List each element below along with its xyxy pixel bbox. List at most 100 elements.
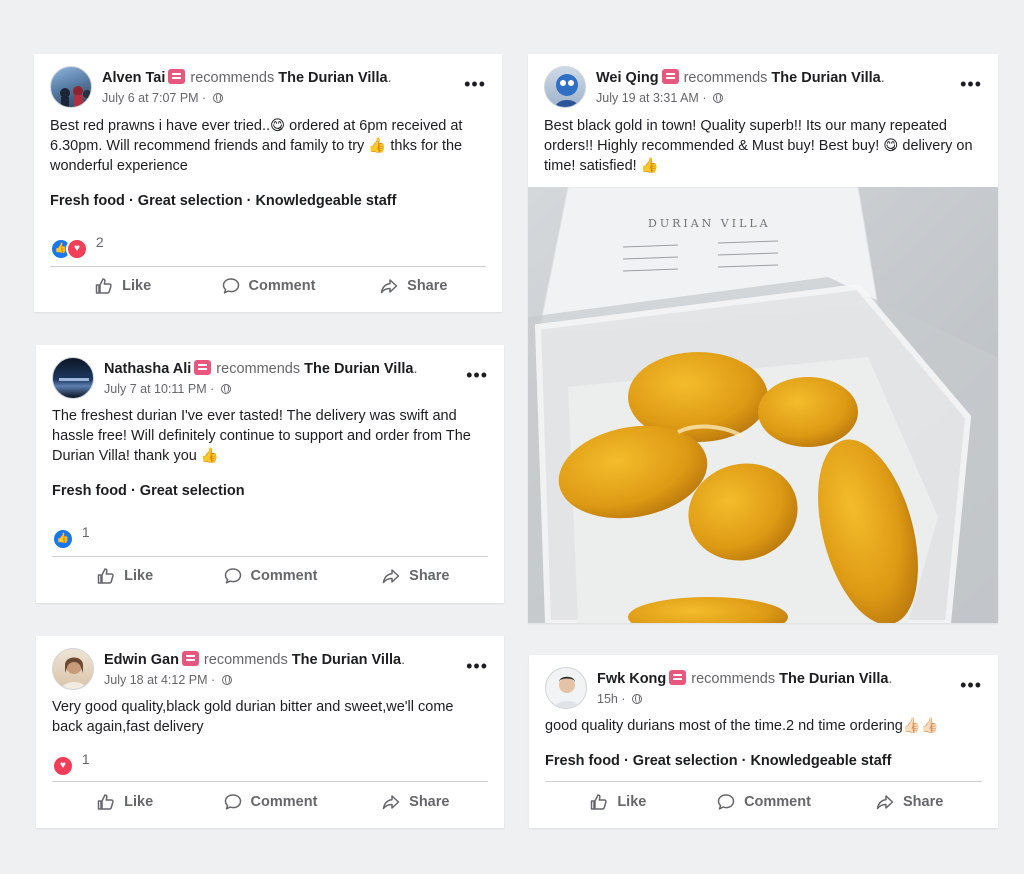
post-meta: 15h · — [597, 692, 642, 706]
author-name[interactable]: Nathasha Ali — [104, 361, 191, 377]
reaction-count: 1 — [81, 751, 90, 767]
comment-button[interactable]: Comment — [691, 784, 837, 820]
share-icon — [875, 792, 895, 812]
divider — [52, 781, 488, 782]
reaction-summary[interactable]: 👍 1 — [52, 521, 90, 550]
share-button[interactable]: Share — [343, 558, 488, 594]
more-options-icon[interactable]: ••• — [466, 657, 488, 675]
recommends-label: recommends — [190, 70, 275, 86]
post-date[interactable]: July 7 at 10:11 PM — [104, 382, 207, 396]
like-button[interactable]: Like — [545, 784, 691, 820]
recommend-icon — [661, 69, 679, 84]
recommends-label: recommends — [683, 70, 768, 86]
author-name[interactable]: Alven Tai — [102, 70, 165, 86]
reaction-count: 2 — [95, 234, 104, 250]
recommendation-tags: Fresh food · Great selection · Knowledge… — [50, 193, 397, 209]
post-text: Very good quality,black gold durian bitt… — [52, 699, 454, 735]
post-text: Best black gold in town! Quality superb!… — [544, 118, 973, 174]
love-reaction-icon: ♥ — [66, 238, 88, 260]
recommends-label: recommends — [203, 652, 288, 668]
review-card-fwk-kong: Fwk Kong recommends The Durian Villa. 15h… — [529, 655, 998, 828]
header-line: Alven Tai recommends The Durian Villa. — [102, 69, 392, 86]
divider — [52, 556, 488, 557]
avatar[interactable] — [50, 66, 92, 108]
header-line: Wei Qing recommends The Durian Villa. — [596, 69, 885, 86]
like-button[interactable]: Like — [50, 268, 195, 304]
more-options-icon[interactable]: ••• — [466, 366, 488, 384]
recommend-icon — [181, 651, 199, 666]
post-header: Wei Qing recommends The Durian Villa. Jul… — [544, 66, 982, 110]
like-icon — [94, 276, 114, 296]
share-button[interactable]: Share — [343, 784, 488, 820]
globe-icon — [220, 384, 231, 394]
header-line: Nathasha Ali recommends The Durian Villa. — [104, 360, 418, 377]
share-button[interactable]: Share — [836, 784, 982, 820]
post-header: Edwin Gan recommends The Durian Villa. Ju… — [52, 648, 488, 692]
avatar[interactable] — [52, 357, 94, 399]
divider — [545, 781, 982, 782]
review-card-alven-tai: Alven Tai recommends The Durian Villa. Ju… — [34, 54, 502, 312]
post-actions: Like Comment Share — [52, 784, 488, 820]
page-name-link[interactable]: The Durian Villa — [292, 652, 401, 668]
recommend-icon — [669, 670, 687, 685]
post-text: good quality durians most of the time.2 … — [545, 718, 939, 734]
post-header: Alven Tai recommends The Durian Villa. Ju… — [50, 66, 486, 110]
comment-button[interactable]: Comment — [197, 784, 342, 820]
more-options-icon[interactable]: ••• — [960, 676, 982, 694]
post-meta: July 6 at 7:07 PM · — [102, 91, 223, 105]
recommend-icon — [168, 69, 186, 84]
like-button[interactable]: Like — [52, 558, 197, 594]
post-meta: July 18 at 4:12 PM · — [104, 673, 232, 687]
author-name[interactable]: Fwk Kong — [597, 671, 666, 687]
post-date[interactable]: July 6 at 7:07 PM — [102, 91, 199, 105]
recommendation-tags: Fresh food · Great selection — [52, 483, 245, 499]
post-date[interactable]: 15h — [597, 692, 618, 706]
page-name-link[interactable]: The Durian Villa — [779, 671, 888, 687]
globe-icon — [221, 675, 232, 685]
divider — [50, 266, 486, 267]
post-header: Fwk Kong recommends The Durian Villa. 15h… — [545, 667, 982, 711]
page-name-link[interactable]: The Durian Villa — [304, 361, 413, 377]
comment-icon — [223, 566, 243, 586]
avatar[interactable] — [545, 667, 587, 709]
comment-button[interactable]: Comment — [195, 268, 340, 304]
like-reaction-icon: 👍 — [52, 528, 74, 550]
globe-icon — [631, 694, 642, 704]
comment-icon — [223, 792, 243, 812]
post-header: Nathasha Ali recommends The Durian Villa.… — [52, 357, 488, 401]
avatar[interactable] — [544, 66, 586, 108]
page-name-link[interactable]: The Durian Villa — [278, 70, 387, 86]
durian-photo[interactable]: DURIAN VILLA — [528, 187, 998, 623]
post-actions: Like Comment Share — [50, 268, 486, 304]
box-brand-label: DURIAN VILLA — [648, 217, 771, 230]
post-text: Best red prawns i have ever tried..😋 ord… — [50, 118, 463, 174]
post-meta: July 19 at 3:31 AM · — [596, 91, 723, 105]
review-card-edwin-gan: Edwin Gan recommends The Durian Villa. Ju… — [36, 636, 504, 828]
share-button[interactable]: Share — [341, 268, 486, 304]
avatar[interactable] — [52, 648, 94, 690]
post-text: The freshest durian I've ever tasted! Th… — [52, 408, 471, 464]
review-card-nathasha-ali: Nathasha Ali recommends The Durian Villa.… — [36, 345, 504, 603]
share-icon — [381, 566, 401, 586]
like-button[interactable]: Like — [52, 784, 197, 820]
like-icon — [589, 792, 609, 812]
post-date[interactable]: July 18 at 4:12 PM — [104, 673, 208, 687]
author-name[interactable]: Edwin Gan — [104, 652, 179, 668]
more-options-icon[interactable]: ••• — [464, 75, 486, 93]
page-name-link[interactable]: The Durian Villa — [771, 70, 880, 86]
author-name[interactable]: Wei Qing — [596, 70, 659, 86]
reaction-summary[interactable]: 👍 ♥ 2 — [50, 231, 104, 260]
globe-icon — [212, 93, 223, 103]
more-options-icon[interactable]: ••• — [960, 75, 982, 93]
reaction-summary[interactable]: ♥ 1 — [52, 748, 90, 777]
post-meta: July 7 at 10:11 PM · — [104, 382, 231, 396]
review-card-wei-qing: Wei Qing recommends The Durian Villa. Jul… — [528, 54, 998, 623]
recommend-icon — [194, 360, 212, 375]
share-icon — [379, 276, 399, 296]
post-date[interactable]: July 19 at 3:31 AM — [596, 91, 699, 105]
love-reaction-icon: ♥ — [52, 755, 74, 777]
recommendation-tags: Fresh food · Great selection · Knowledge… — [545, 753, 892, 769]
recommends-label: recommends — [216, 361, 301, 377]
share-icon — [381, 792, 401, 812]
comment-button[interactable]: Comment — [197, 558, 342, 594]
